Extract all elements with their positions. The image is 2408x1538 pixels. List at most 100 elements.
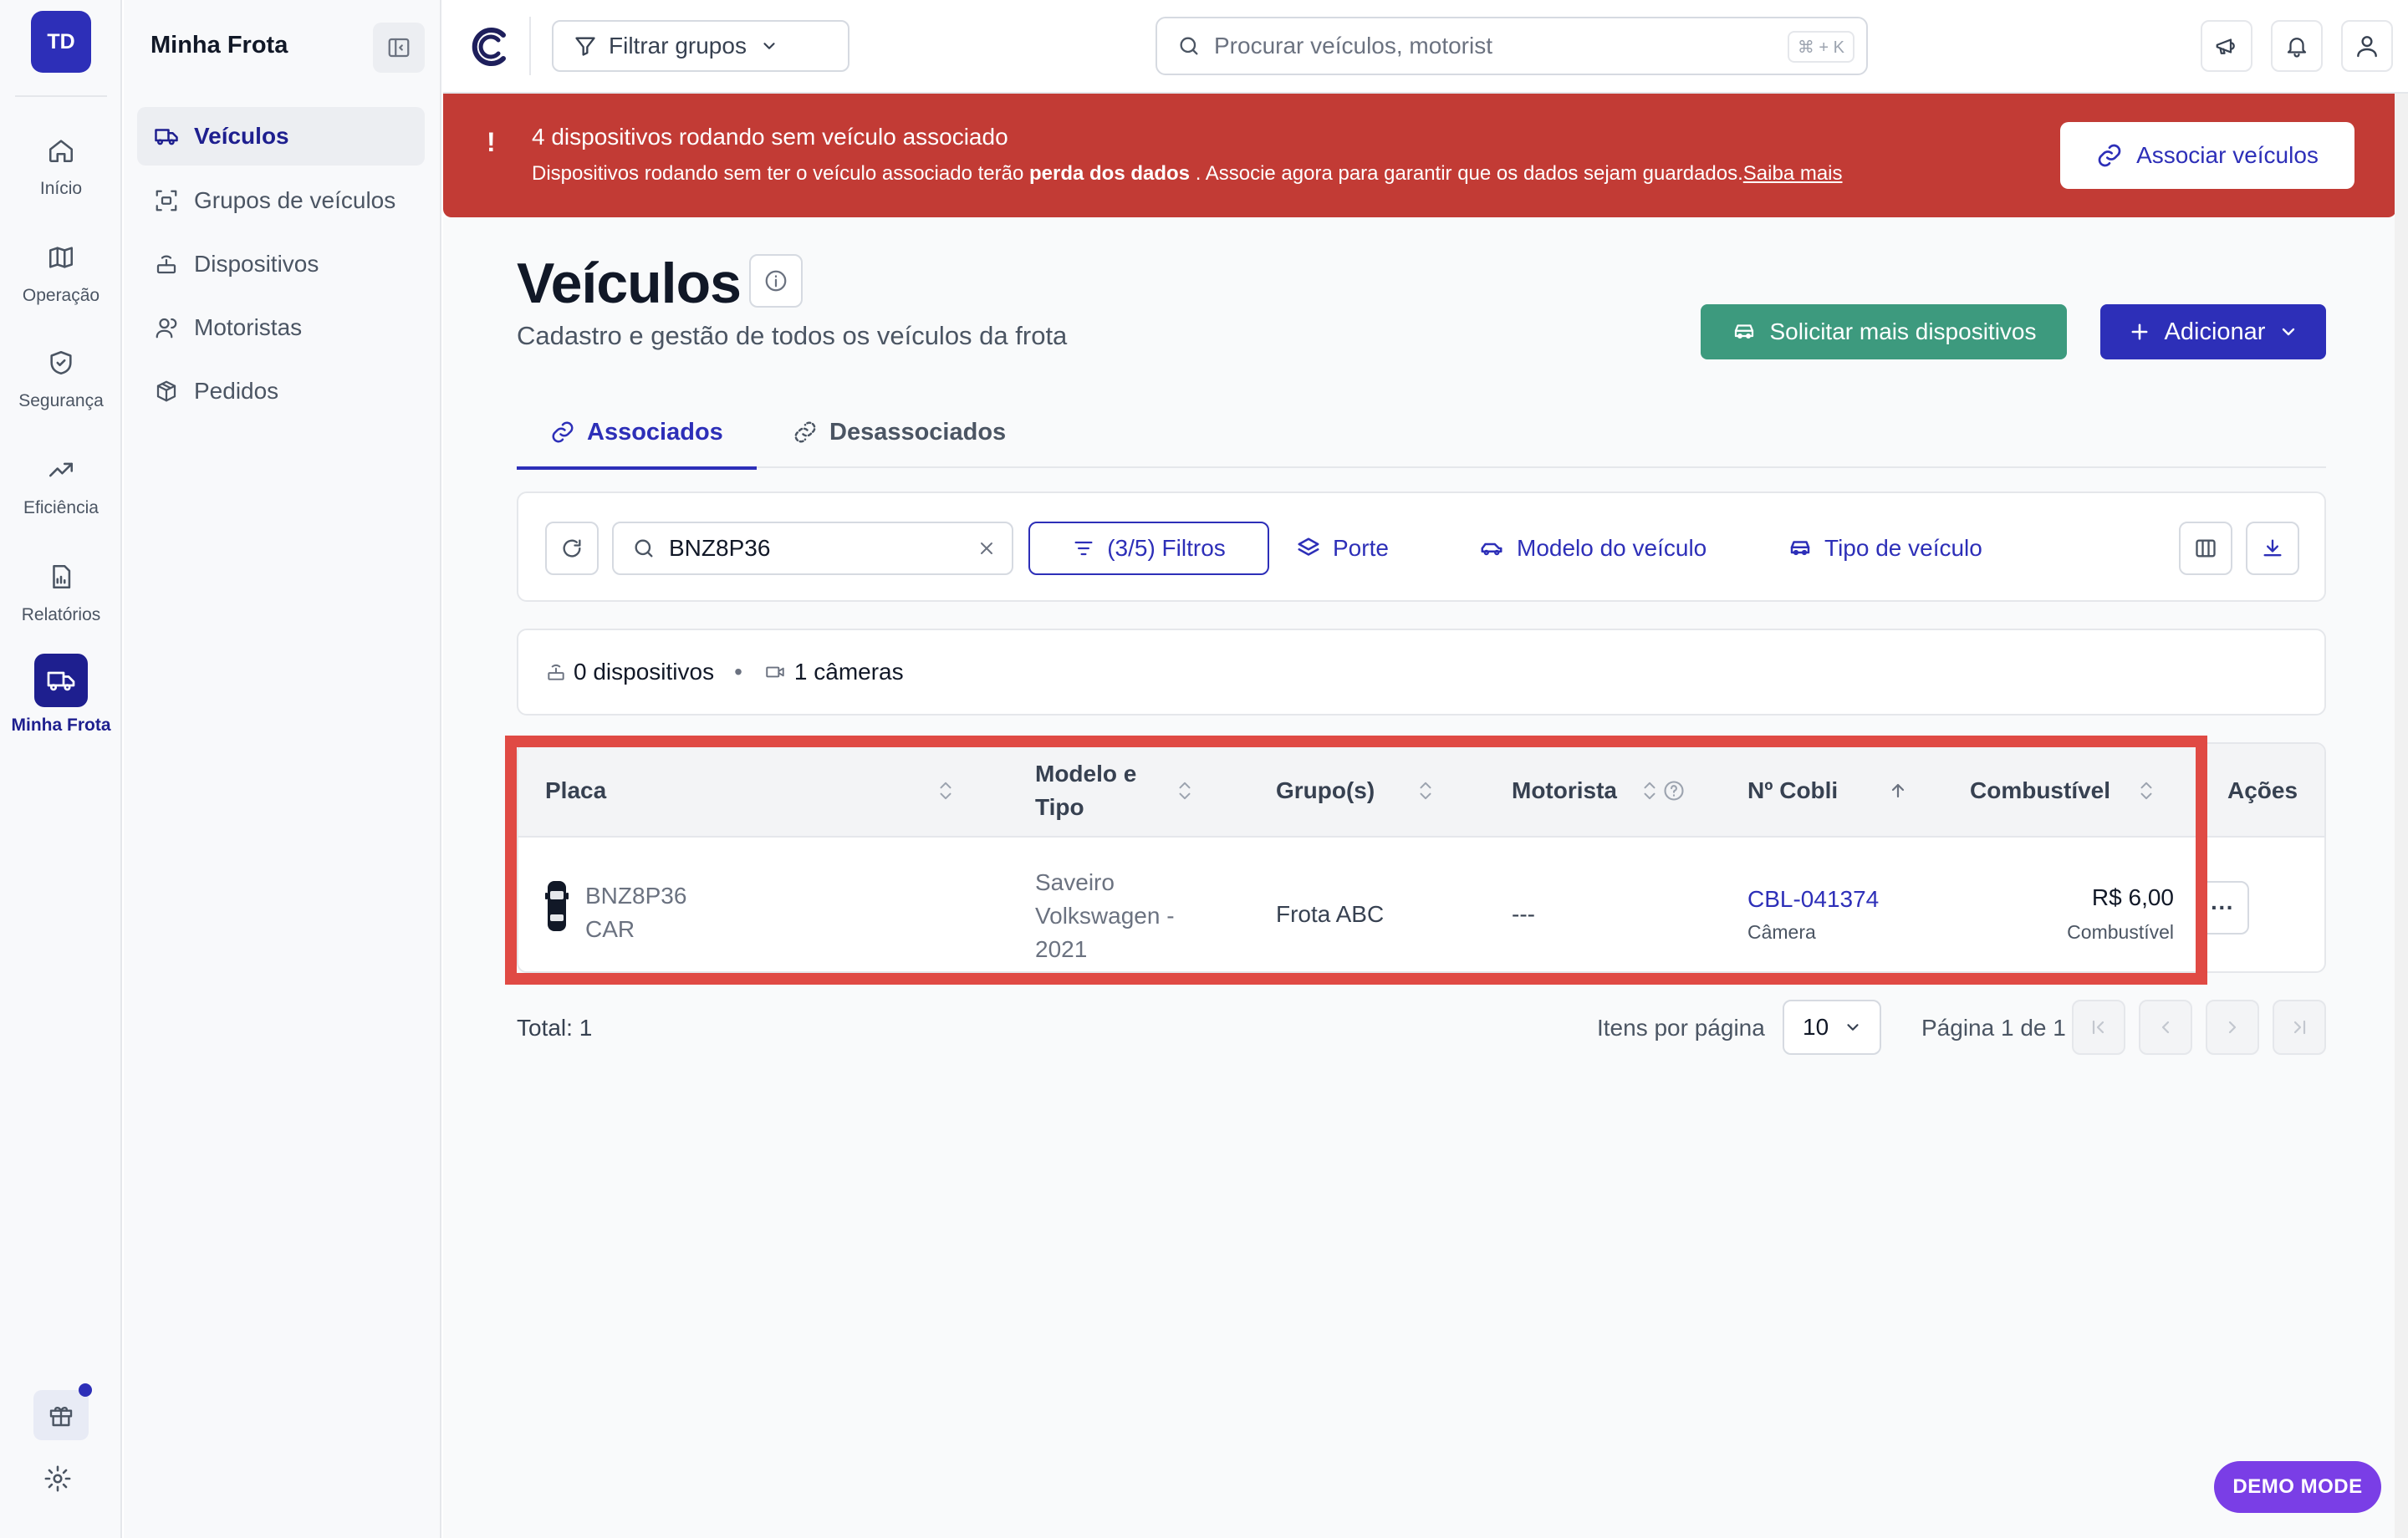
vehicle-model-line: 2021 [1035, 936, 1088, 962]
filters-button[interactable]: (3/5) Filtros [1028, 522, 1269, 575]
gift-button[interactable] [33, 1383, 92, 1440]
user-icon [2357, 36, 2377, 58]
package-icon [152, 377, 181, 405]
filter-groups-label: Filtrar grupos [609, 33, 747, 59]
car-top-view-icon [545, 879, 569, 933]
filter-chip-porte[interactable]: Porte [1296, 522, 1389, 575]
car-side-icon [1481, 542, 1502, 556]
page-info: Página 1 de 1 [1921, 1015, 2066, 1041]
vehicle-search-input[interactable] [669, 535, 953, 562]
download-button[interactable] [2246, 522, 2299, 575]
vehicle-search[interactable] [612, 522, 1013, 575]
page-info-button[interactable] [749, 254, 803, 308]
demo-mode-badge[interactable]: DEMO MODE [2214, 1461, 2381, 1513]
tab-label: Associados [587, 418, 723, 446]
rail-item-minha-frota[interactable]: Minha Frota [0, 654, 122, 754]
sidebar-item-label: Grupos de veículos [194, 187, 396, 213]
sidebar-item-veiculos[interactable]: Veículos [137, 107, 425, 166]
refresh-icon [563, 539, 581, 558]
cobli-id-link[interactable]: CBL-041374 [1747, 886, 1879, 913]
user-avatar[interactable]: TD [31, 11, 91, 73]
trending-up-icon [43, 451, 79, 488]
last-page-button[interactable] [2273, 1000, 2326, 1055]
global-search-input[interactable] [1214, 33, 1749, 59]
vehicle-type: CAR [585, 916, 635, 942]
global-search[interactable]: ⌘ + K [1156, 17, 1868, 75]
help-icon[interactable] [1662, 779, 1686, 802]
rail-item-label: Eficiência [23, 498, 99, 517]
next-page-button[interactable] [2206, 1000, 2259, 1055]
column-header-placa[interactable]: Placa [545, 744, 980, 838]
car-icon [1790, 541, 1810, 556]
column-header-cobli[interactable]: Nº Cobli [1747, 744, 1948, 838]
sort-icon [2137, 779, 2155, 802]
home-icon [43, 132, 79, 169]
items-per-page-value: 10 [1803, 1014, 1829, 1040]
sort-icon [1176, 779, 1194, 802]
column-header-grupos[interactable]: Grupo(s) [1276, 744, 1493, 838]
announcements-button[interactable] [2201, 20, 2252, 72]
sidebar-item-motoristas[interactable]: Motoristas [137, 298, 425, 357]
truck-icon [34, 654, 88, 707]
vehicle-model-line: Saveiro [1035, 869, 1115, 895]
tab-associados[interactable]: Associados [517, 396, 757, 470]
sidebar-item-grupos[interactable]: Grupos de veículos [137, 171, 425, 230]
refresh-button[interactable] [545, 522, 599, 575]
profile-button[interactable] [2341, 20, 2393, 72]
first-page-button[interactable] [2072, 1000, 2125, 1055]
request-devices-label: Solicitar mais dispositivos [1769, 318, 2037, 344]
chevron-right-icon [2228, 1021, 2237, 1034]
download-icon [2263, 539, 2282, 557]
request-devices-button[interactable]: Solicitar mais dispositivos [1701, 304, 2067, 359]
column-header-combustivel[interactable]: Combustível [1970, 744, 2187, 838]
collapse-sidebar-button[interactable] [373, 23, 425, 73]
devices-count: 0 dispositivos [545, 659, 714, 685]
associate-vehicles-button[interactable]: Associar veículos [2060, 122, 2354, 189]
clear-search-icon[interactable] [977, 538, 997, 558]
filter-toolbar: (3/5) Filtros Porte Modelo do veículo Ti… [517, 491, 2326, 602]
filter-icon [575, 37, 595, 56]
items-per-page-select[interactable]: 10 [1783, 1000, 1881, 1055]
chevron-left-icon [2161, 1021, 2170, 1034]
settings-button[interactable] [43, 1464, 77, 1498]
tab-desassociados[interactable]: Desassociados [793, 396, 1006, 468]
link-icon [2098, 144, 2121, 167]
rail-item-relatorios[interactable]: Relatórios [0, 558, 122, 650]
column-header-motorista[interactable]: Motorista [1512, 744, 1729, 838]
tab-label: Desassociados [829, 418, 1007, 446]
row-actions-button[interactable]: ··· [2196, 881, 2249, 935]
sidebar-item-pedidos[interactable]: Pedidos [137, 362, 425, 420]
alert-description: Dispositivos rodando sem ter o veículo a… [532, 162, 1843, 185]
sidebar-item-dispositivos[interactable]: Dispositivos [137, 235, 425, 293]
page-scrollbar[interactable] [2395, 94, 2408, 1538]
rail-item-inicio[interactable]: Início [0, 132, 122, 224]
cameras-count: 1 câmeras [763, 659, 904, 685]
filter-chip-tipo[interactable]: Tipo de veículo [1788, 522, 1982, 575]
rail-item-operacao[interactable]: Operação [0, 239, 122, 331]
columns-button[interactable] [2179, 522, 2232, 575]
vehicle-plate: BNZ8P36 [585, 883, 687, 909]
camera-icon [766, 666, 784, 678]
filter-chip-modelo[interactable]: Modelo do veículo [1478, 522, 1707, 575]
rail-item-label: Operação [22, 286, 100, 305]
filters-label: (3/5) Filtros [1107, 535, 1226, 561]
brand-logo[interactable] [470, 25, 512, 69]
rail-item-label: Minha Frota [11, 716, 111, 735]
filter-groups-dropdown[interactable]: Filtrar grupos [552, 20, 849, 72]
filter-lines-icon [1074, 541, 1093, 556]
page-subtitle: Cadastro e gestão de todos os veículos d… [517, 321, 1068, 350]
add-button[interactable]: Adicionar [2100, 304, 2326, 359]
plus-icon [2131, 323, 2147, 340]
notifications-button[interactable] [2271, 20, 2323, 72]
chevron-down-icon [1847, 1024, 1859, 1031]
rail-item-label: Início [39, 179, 83, 198]
column-header-modelo[interactable]: Modelo e Tipo [1035, 744, 1252, 838]
chevron-down-icon [2283, 328, 2295, 336]
rail-item-seguranca[interactable]: Segurança [0, 344, 122, 436]
device-icon [152, 250, 181, 278]
previous-page-button[interactable] [2139, 1000, 2192, 1055]
learn-more-link[interactable]: Saiba mais [1743, 162, 1843, 185]
sidebar-item-label: Dispositivos [194, 251, 319, 277]
report-icon [43, 558, 79, 595]
rail-item-eficiencia[interactable]: Eficiência [0, 451, 122, 543]
